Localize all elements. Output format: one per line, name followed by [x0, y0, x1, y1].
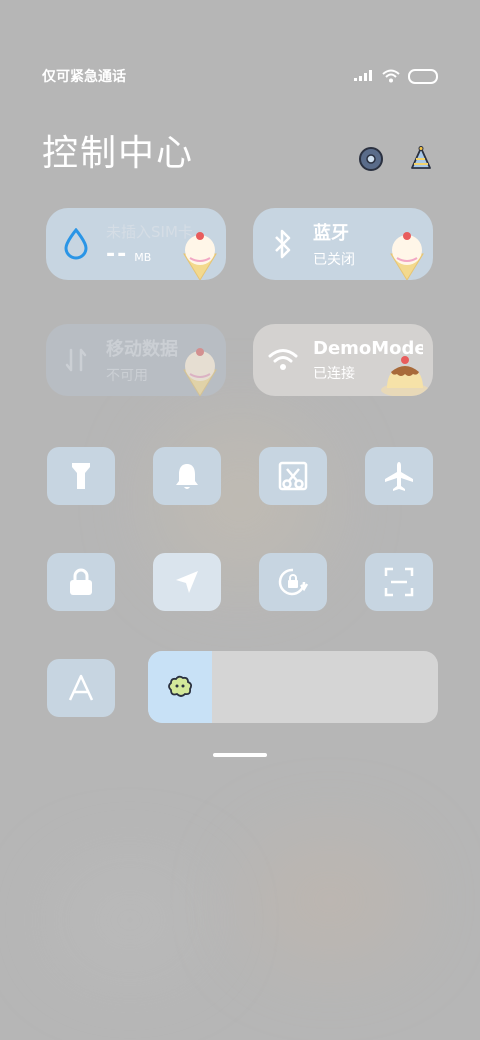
signal-icon	[354, 70, 372, 81]
brightness-flower-icon	[168, 675, 193, 697]
wifi-icon	[253, 348, 313, 372]
ice-cream-sticker	[183, 348, 217, 396]
settings-icon[interactable]	[356, 144, 386, 174]
carrier-text: 仅可紧急通话	[42, 69, 126, 85]
background-blur	[250, 840, 410, 960]
lock-toggle[interactable]	[47, 553, 115, 611]
ice-cream-sticker	[183, 232, 217, 280]
home-indicator[interactable]	[213, 753, 267, 757]
data-arrows-icon	[46, 346, 106, 374]
brightness-slider-fill	[148, 651, 212, 723]
location-toggle[interactable]	[153, 553, 221, 611]
data-usage-value: --	[106, 242, 129, 267]
bluetooth-status: 已关闭	[313, 252, 355, 268]
auto-rotate-toggle[interactable]	[259, 553, 327, 611]
water-drop-icon	[46, 228, 106, 260]
flashlight-icon	[72, 463, 90, 489]
battery-icon	[408, 68, 438, 84]
edit-icon[interactable]	[406, 144, 436, 174]
brightness-slider[interactable]	[148, 651, 438, 723]
mute-toggle[interactable]	[153, 447, 221, 505]
airplane-icon	[385, 462, 413, 491]
status-icons	[354, 68, 438, 84]
auto-brightness-toggle[interactable]	[47, 659, 115, 717]
data-usage-unit: MB	[134, 251, 152, 264]
location-arrow-icon	[176, 571, 198, 593]
flashlight-toggle[interactable]	[47, 447, 115, 505]
mobile-data-status: 不可用	[106, 368, 148, 384]
ice-cream-sticker	[390, 232, 424, 280]
bluetooth-text: 蓝牙 已关闭	[313, 219, 355, 269]
letter-a-icon	[68, 674, 94, 701]
mobile-data-text: 移动数据 不可用	[106, 335, 178, 385]
scissors-icon	[278, 461, 308, 491]
airplane-toggle[interactable]	[365, 447, 433, 505]
wifi-tile[interactable]: DemoMode 已连接	[253, 324, 433, 396]
screenshot-toggle[interactable]	[259, 447, 327, 505]
header-icons	[356, 144, 436, 174]
bluetooth-tile[interactable]: 蓝牙 已关闭	[253, 208, 433, 280]
wifi-icon	[382, 69, 400, 83]
mobile-data-tile[interactable]: 移动数据 不可用	[46, 324, 226, 396]
scan-icon	[384, 567, 414, 597]
page-title: 控制中心	[42, 133, 195, 174]
mobile-data-title: 移动数据	[106, 339, 178, 360]
background-blur	[60, 870, 200, 970]
rotate-lock-icon	[278, 568, 309, 596]
bluetooth-title: 蓝牙	[313, 223, 349, 244]
bluetooth-icon	[253, 228, 313, 260]
scanner-toggle[interactable]	[365, 553, 433, 611]
pudding-sticker	[381, 356, 429, 396]
status-bar: 仅可紧急通话	[42, 64, 438, 88]
data-usage-tile[interactable]: 未插入SIM卡 -- MB	[46, 208, 226, 280]
bell-icon	[176, 464, 198, 489]
lock-icon	[70, 568, 92, 595]
